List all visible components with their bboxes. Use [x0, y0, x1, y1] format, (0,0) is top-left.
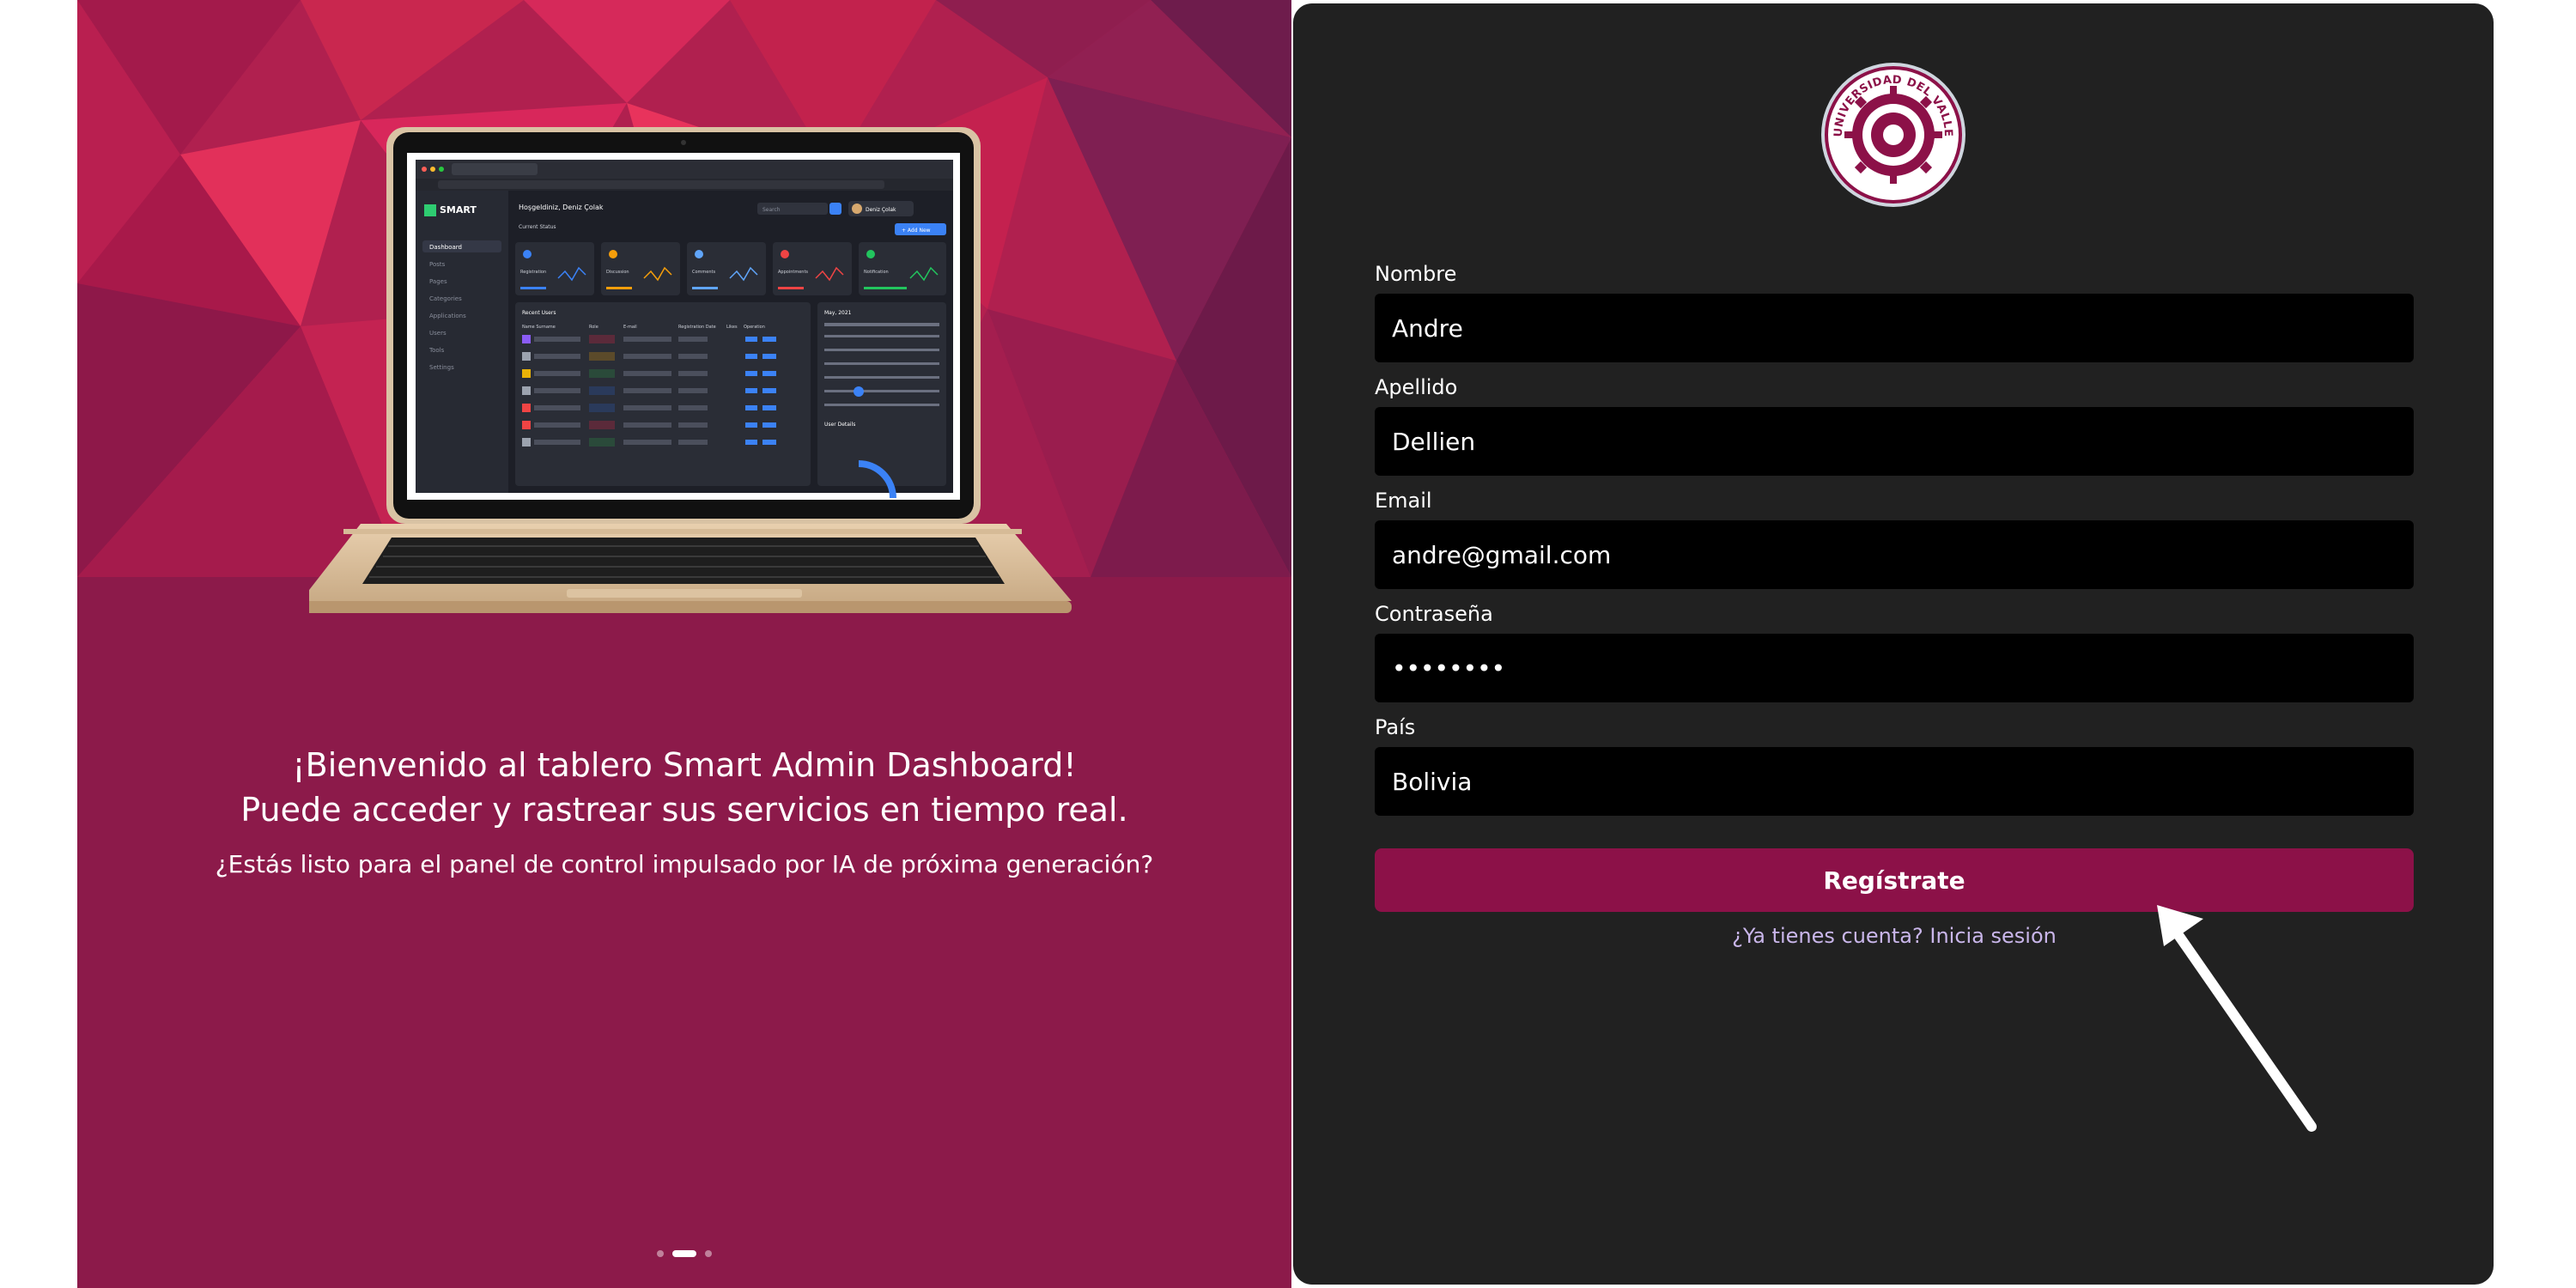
laptop-nav-0: Dashboard [429, 244, 462, 251]
password-label: Contraseña [1375, 602, 1493, 626]
hero-title-line-1: ¡Bienvenido al tablero Smart Admin Dashb… [292, 746, 1077, 784]
carousel-dot-3[interactable] [705, 1250, 712, 1257]
laptop-stat-4: Notification [864, 270, 889, 275]
laptop-user: Deniz Çolak [866, 207, 896, 213]
laptop-nav-1: Posts [429, 261, 446, 268]
laptop-nav-3: Categories [429, 295, 462, 302]
laptop-calendar-title: May, 2021 [824, 310, 852, 316]
laptop-stat-3: Appointments [778, 270, 808, 275]
laptop-nav-5: Users [429, 330, 447, 337]
laptop-status-title: Current Status [519, 224, 556, 230]
laptop-stat-2: Comments [692, 270, 715, 275]
pointer-arrow-icon [2157, 905, 2317, 1132]
pais-input[interactable] [1375, 747, 2414, 816]
laptop-th-0: Name Surname [522, 325, 556, 330]
laptop-nav-4: Applications [429, 313, 466, 319]
carousel-dot-2[interactable] [672, 1250, 696, 1257]
register-form: Nombre Apellido Email Contraseña País Re… [1375, 261, 2414, 948]
email-label: Email [1375, 489, 1432, 513]
laptop-th-4: Likes [726, 325, 738, 330]
pais-label: País [1375, 715, 1416, 739]
apellido-input[interactable] [1375, 407, 2414, 476]
laptop-illustration: SMART Dashboard Posts Pages Categories A… [309, 127, 1072, 613]
laptop-greeting: Hoşgeldiniz, Deniz Çolak [519, 204, 604, 211]
laptop-th-5: Operation [744, 325, 765, 330]
laptop-nav-6: Tools [428, 347, 445, 354]
password-input[interactable] [1375, 634, 2414, 702]
laptop-nav-7: Settings [429, 364, 454, 371]
email-input[interactable] [1375, 520, 2414, 589]
register-card: UNIVERSIDAD DEL VALLE BOLIVIA Nombre Ape… [1293, 3, 2494, 1285]
laptop-nav-2: Pages [429, 278, 447, 285]
nombre-input[interactable] [1375, 294, 2414, 362]
carousel-indicators [77, 1250, 1291, 1257]
university-logo: UNIVERSIDAD DEL VALLE BOLIVIA [1821, 63, 1965, 207]
laptop-stat-0: Registration [520, 270, 546, 275]
apellido-label: Apellido [1375, 375, 1458, 399]
laptop-th-1: Role [589, 325, 598, 330]
register-button[interactable]: Regístrate [1375, 848, 2414, 912]
laptop-add: + Add New [902, 228, 931, 234]
hero-panel: SMART Dashboard Posts Pages Categories A… [77, 0, 1291, 1288]
hero-title-line-2: Puede acceder y rastrear sus servicios e… [240, 791, 1128, 829]
laptop-user-details: User Details [824, 422, 855, 428]
nombre-label: Nombre [1375, 262, 1457, 286]
carousel-dot-1[interactable] [657, 1250, 664, 1257]
laptop-stat-1: Discussion [606, 270, 629, 275]
hero-subtitle: ¿Estás listo para el panel de control im… [215, 850, 1154, 878]
laptop-th-2: E-mail [623, 325, 637, 330]
laptop-th-3: Registration Date [678, 325, 716, 330]
hero-text: ¡Bienvenido al tablero Smart Admin Dashb… [77, 743, 1291, 882]
laptop-recent-users: Recent Users [522, 310, 556, 316]
laptop-brand: SMART [440, 204, 477, 216]
laptop-search: Search [762, 207, 781, 213]
